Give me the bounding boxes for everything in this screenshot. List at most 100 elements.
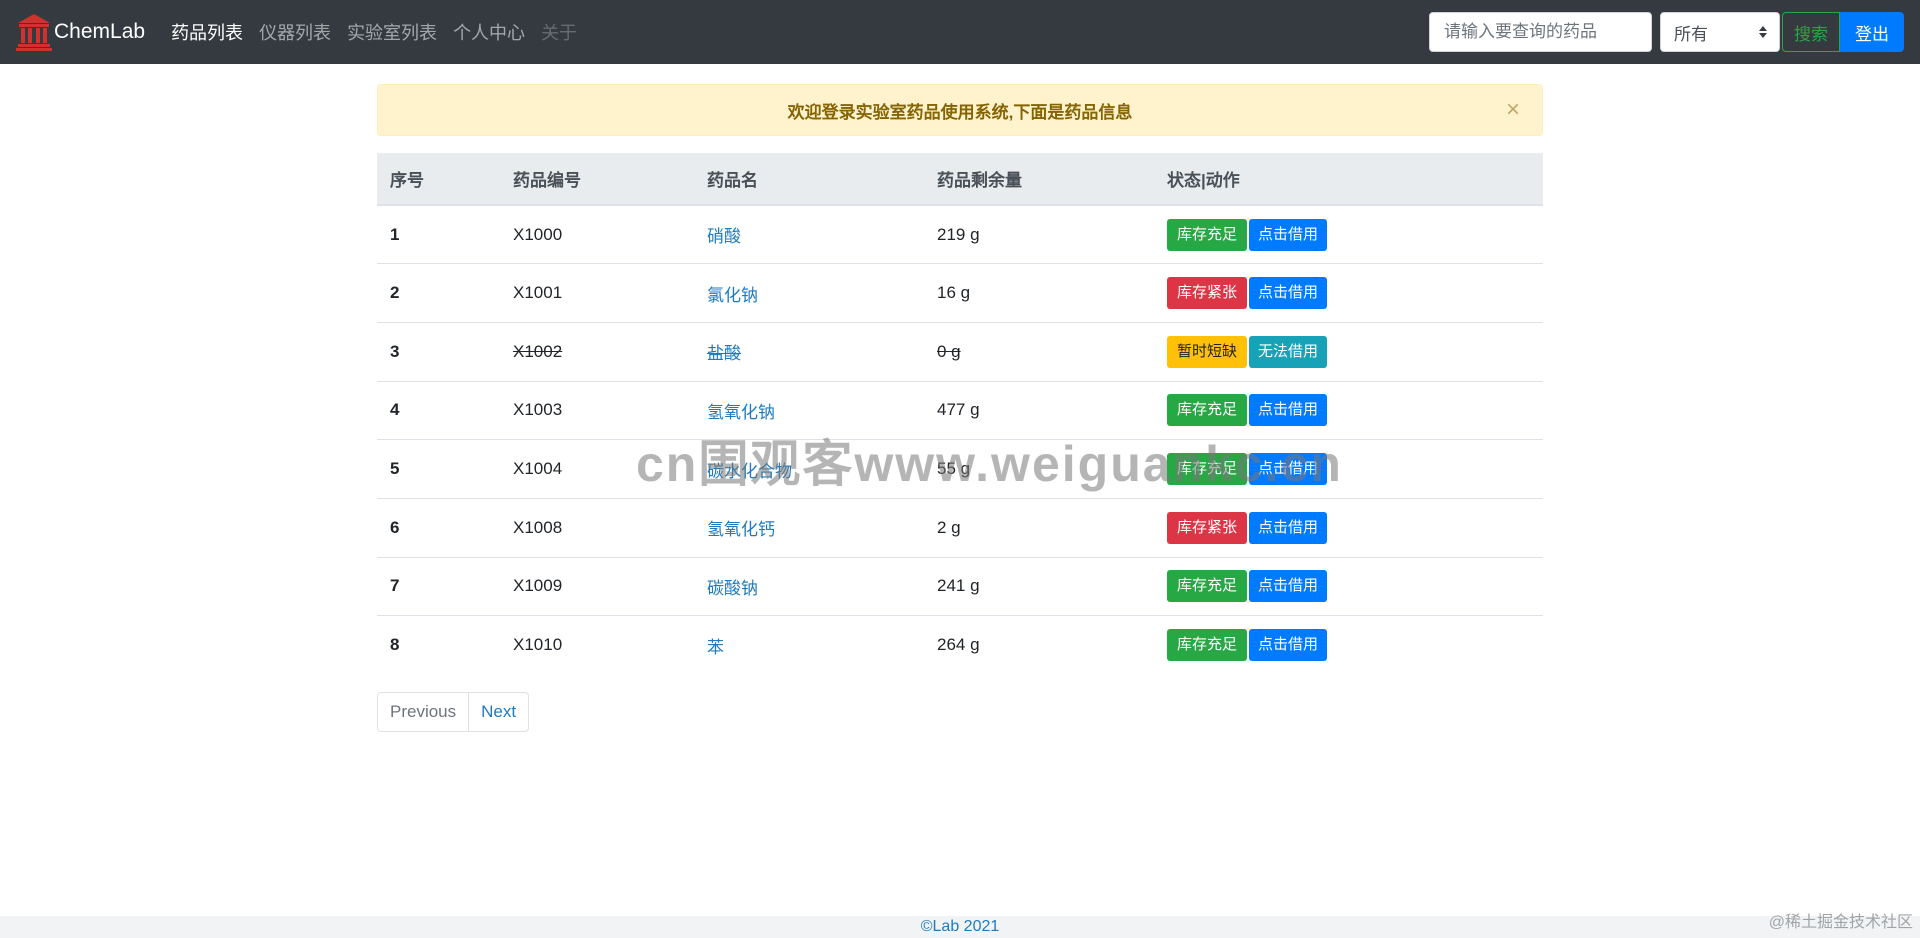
nav-item-profile[interactable]: 个人中心	[453, 19, 525, 45]
next-page-button[interactable]: Next	[469, 692, 530, 732]
pagination: Previous Next	[377, 692, 530, 732]
status-badge: 库存充足	[1167, 453, 1248, 486]
nav-item-instruments[interactable]: 仪器列表	[259, 19, 331, 45]
row-name-cell: 氢氧化钙	[694, 497, 924, 558]
row-name-cell: 碳酸钠	[694, 556, 924, 616]
chemical-name-link[interactable]: 苯	[707, 638, 724, 657]
previous-page-button[interactable]: Previous	[377, 692, 470, 732]
row-amount: 477 g	[924, 380, 1154, 440]
row-name-cell: 苯	[694, 615, 924, 675]
row-amount: 55 g	[924, 439, 1154, 499]
table-row: 3 X1002 盐酸 0 g 暂时短缺 无法借用	[377, 321, 1543, 382]
header-status-action: 状态|动作	[1154, 153, 1543, 206]
chemical-name-link[interactable]: 碳水化合物	[707, 462, 792, 481]
row-code: X1000	[500, 204, 694, 264]
museum-building-icon	[16, 14, 52, 51]
table-row: 4 X1003 氢氧化钠 477 g 库存充足 点击借用	[377, 380, 1543, 440]
table-header: 序号 药品编号 药品名 药品剩余量 状态|动作	[377, 153, 1543, 206]
header-amount: 药品剩余量	[924, 153, 1154, 206]
search-input[interactable]	[1429, 12, 1652, 52]
row-status-action: 库存充足 点击借用	[1154, 380, 1543, 440]
main-nav: 药品列表 仪器列表 实验室列表 个人中心 关于	[171, 19, 593, 45]
select-arrows-icon	[1759, 26, 1767, 38]
row-status-action: 暂时短缺 无法借用	[1154, 321, 1543, 382]
row-index: 8	[377, 615, 500, 675]
borrow-button[interactable]: 点击借用	[1249, 570, 1328, 603]
row-code: X1004	[500, 439, 694, 499]
nav-item-labs[interactable]: 实验室列表	[347, 19, 437, 45]
status-badge: 库存紧张	[1167, 277, 1248, 310]
row-index: 5	[377, 439, 500, 499]
row-amount: 264 g	[924, 615, 1154, 675]
row-amount: 219 g	[924, 204, 1154, 264]
row-amount: 2 g	[924, 497, 1154, 558]
table-row: 8 X1010 苯 264 g 库存充足 点击借用	[377, 615, 1543, 675]
alert-message: 欢迎登录实验室药品使用系统,下面是药品信息	[787, 102, 1133, 122]
row-name-cell: 硝酸	[694, 204, 924, 264]
welcome-alert: 欢迎登录实验室药品使用系统,下面是药品信息 ×	[377, 84, 1543, 136]
chemical-name-link[interactable]: 盐酸	[707, 344, 741, 363]
chemical-name-link[interactable]: 氯化钠	[707, 286, 758, 305]
table-row: 6 X1008 氢氧化钙 2 g 库存紧张 点击借用	[377, 497, 1543, 558]
row-index: 7	[377, 556, 500, 616]
chemicals-table: 序号 药品编号 药品名 药品剩余量 状态|动作 1 X1000 硝酸 219 g 库存充…	[377, 153, 1543, 675]
close-icon[interactable]: ×	[1506, 98, 1520, 122]
nav-item-about: 关于	[541, 23, 578, 43]
search-button[interactable]: 搜索	[1782, 12, 1840, 52]
row-status-action: 库存充足 点击借用	[1154, 556, 1543, 616]
status-badge: 库存充足	[1167, 394, 1248, 427]
row-status-action: 库存充足 点击借用	[1154, 615, 1543, 675]
logout-button[interactable]: 登出	[1840, 12, 1904, 52]
chemical-name-link[interactable]: 碳酸钠	[707, 579, 758, 598]
row-status-action: 库存充足 点击借用	[1154, 439, 1543, 499]
header-name: 药品名	[694, 153, 924, 206]
row-amount: 0 g	[924, 321, 1154, 382]
search-form: 所有 搜索 登出	[1429, 12, 1904, 52]
borrow-button[interactable]: 点击借用	[1249, 394, 1328, 427]
nav-item-chemicals[interactable]: 药品列表	[171, 19, 243, 45]
row-amount: 241 g	[924, 556, 1154, 616]
table-row: 2 X1001 氯化钠 16 g 库存紧张 点击借用	[377, 263, 1543, 323]
row-index: 3	[377, 321, 500, 382]
header-code: 药品编号	[500, 153, 694, 206]
row-index: 6	[377, 497, 500, 558]
footer-copyright[interactable]: ©Lab 2021	[921, 918, 1000, 935]
table-row: 1 X1000 硝酸 219 g 库存充足 点击借用	[377, 204, 1543, 264]
row-amount: 16 g	[924, 263, 1154, 323]
brand-name: ChemLab	[54, 20, 146, 43]
chemical-name-link[interactable]: 氢氧化钙	[707, 520, 775, 539]
borrow-button[interactable]: 无法借用	[1249, 335, 1328, 368]
chemical-name-link[interactable]: 硝酸	[707, 227, 741, 246]
source-watermark: @稀土掘金技术社区	[1768, 914, 1913, 931]
borrow-button[interactable]: 点击借用	[1249, 511, 1328, 544]
row-name-cell: 氯化钠	[694, 263, 924, 323]
row-code: X1010	[500, 615, 694, 675]
status-badge: 库存充足	[1167, 218, 1248, 251]
row-code: X1002	[500, 321, 694, 382]
borrow-button[interactable]: 点击借用	[1249, 629, 1328, 662]
filter-selected-value: 所有	[1674, 24, 1708, 44]
status-badge: 库存紧张	[1167, 511, 1248, 544]
row-name-cell: 碳水化合物	[694, 439, 924, 499]
status-badge: 库存充足	[1167, 570, 1248, 603]
row-index: 4	[377, 380, 500, 440]
table-row: 5 X1004 碳水化合物 55 g 库存充足 点击借用	[377, 439, 1543, 499]
row-index: 1	[377, 204, 500, 264]
filter-select[interactable]: 所有	[1660, 12, 1780, 52]
row-status-action: 库存充足 点击借用	[1154, 204, 1543, 264]
chemical-name-link[interactable]: 氢氧化钠	[707, 403, 775, 422]
borrow-button[interactable]: 点击借用	[1249, 453, 1328, 486]
row-code: X1009	[500, 556, 694, 616]
row-name-cell: 氢氧化钠	[694, 380, 924, 440]
row-code: X1008	[500, 497, 694, 558]
borrow-button[interactable]: 点击借用	[1249, 218, 1328, 251]
row-status-action: 库存紧张 点击借用	[1154, 497, 1543, 558]
brand[interactable]: ChemLab	[16, 13, 145, 51]
table-row: 7 X1009 碳酸钠 241 g 库存充足 点击借用	[377, 556, 1543, 616]
borrow-button[interactable]: 点击借用	[1249, 277, 1328, 310]
top-navbar: ChemLab 药品列表 仪器列表 实验室列表 个人中心 关于 所有 搜索 登出	[0, 0, 1920, 64]
row-code: X1003	[500, 380, 694, 440]
footer: ©Lab 2021	[0, 916, 1920, 938]
row-status-action: 库存紧张 点击借用	[1154, 263, 1543, 323]
row-name-cell: 盐酸	[694, 321, 924, 382]
